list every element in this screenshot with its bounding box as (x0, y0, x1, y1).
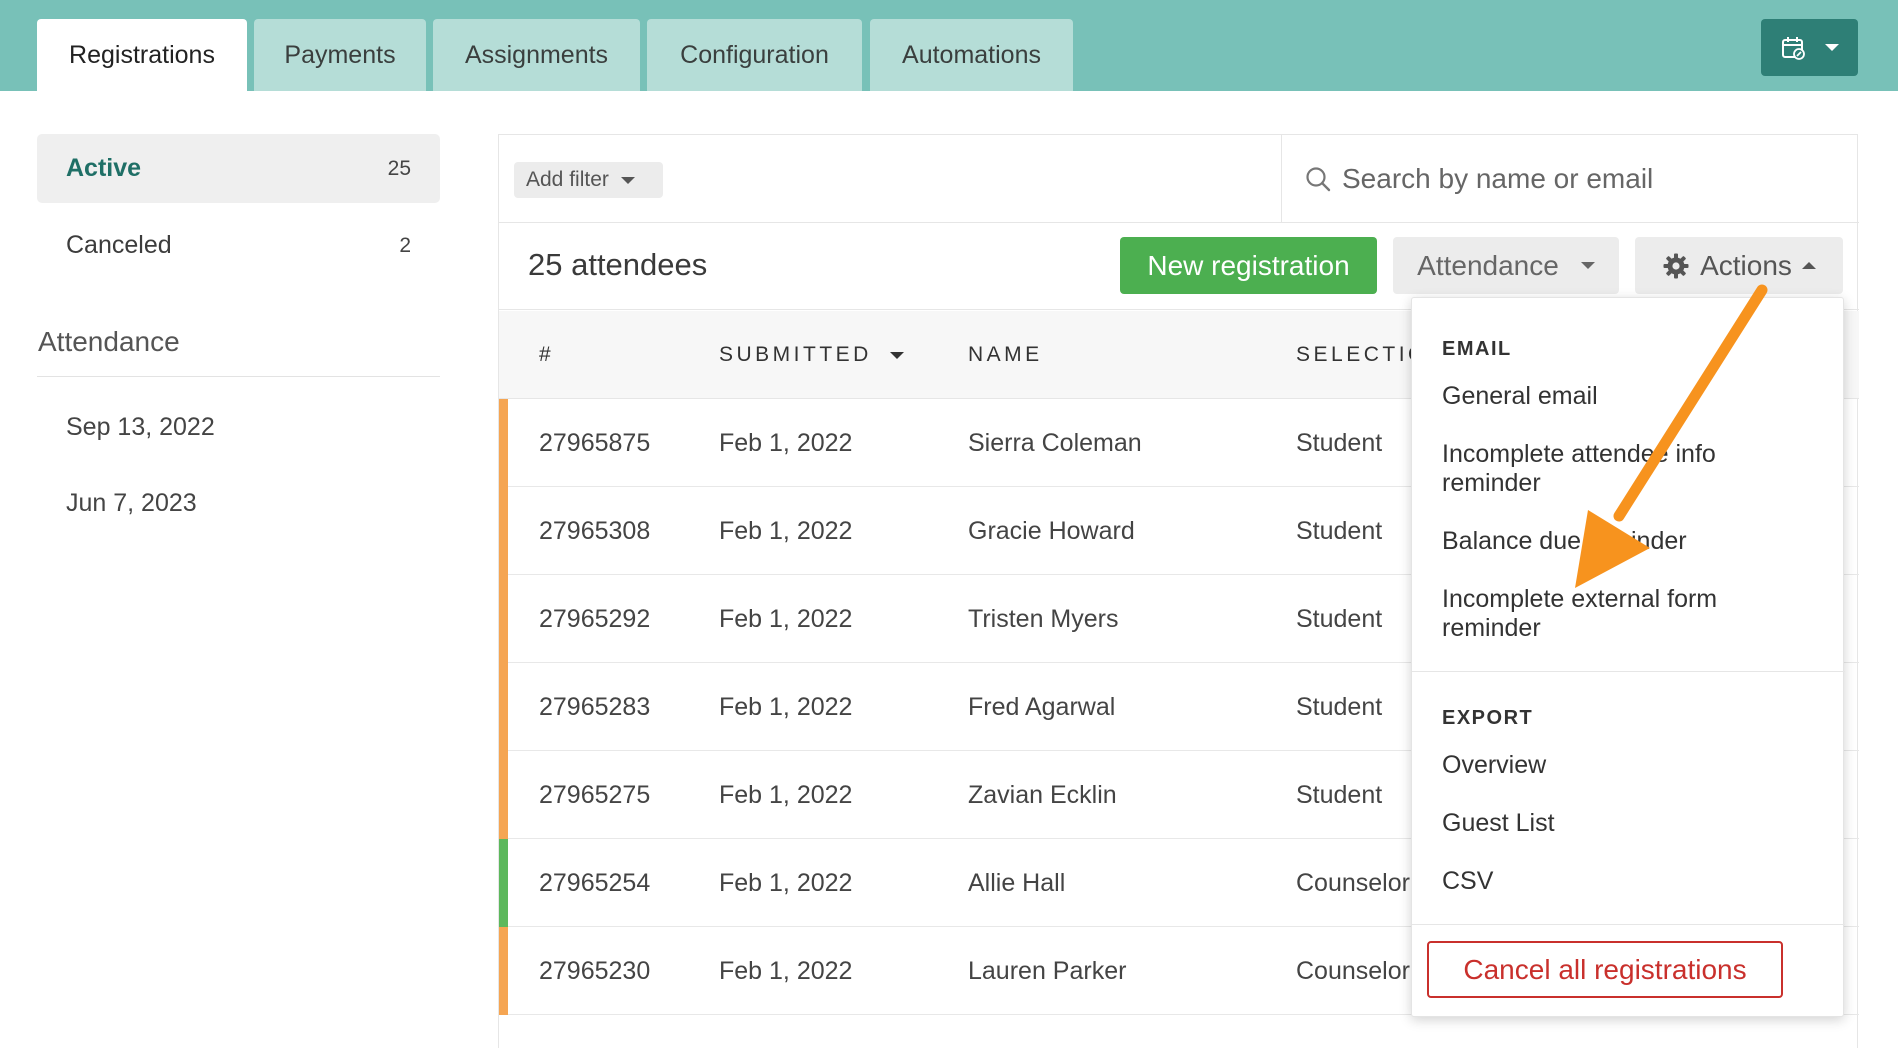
status-indicator (499, 839, 508, 927)
tab-configuration[interactable]: Configuration (647, 19, 862, 91)
new-registration-button[interactable]: New registration (1120, 237, 1377, 294)
menu-item-guest-list[interactable]: Guest List (1442, 809, 1822, 838)
cell-submitted: Feb 1, 2022 (719, 781, 853, 809)
status-indicator (499, 487, 508, 575)
search-box (1281, 135, 1859, 223)
cell-name: Gracie Howard (968, 517, 1135, 545)
chevron-down-icon (1580, 262, 1595, 269)
cell-name: Zavian Ecklin (968, 781, 1117, 809)
cell-name: Sierra Coleman (968, 429, 1142, 457)
attendee-count: 25 attendees (528, 247, 708, 282)
sidebar-date-jun-7-2023[interactable]: Jun 7, 2023 (66, 489, 197, 518)
cancel-all-registrations-label: Cancel all registrations (1463, 953, 1747, 985)
cell-id: 27965875 (539, 429, 651, 457)
cell-id: 27965230 (539, 957, 651, 985)
tab-registrations[interactable]: Registrations (37, 19, 247, 91)
filter-row: Add filter (499, 135, 1859, 223)
menu-divider (1412, 671, 1845, 672)
sidebar-item-canceled[interactable]: Canceled 2 (37, 211, 440, 280)
chevron-up-icon (1801, 262, 1816, 269)
menu-item-balance-due-reminder[interactable]: Balance due reminder (1442, 527, 1822, 556)
cell-id: 27965292 (539, 605, 651, 633)
cell-selection: Counselor (1296, 957, 1410, 985)
cell-id: 27965275 (539, 781, 651, 809)
cell-selection: Student (1296, 517, 1383, 545)
status-indicator (499, 927, 508, 1015)
sidebar-item-label: Canceled (66, 231, 172, 259)
sort-desc-icon (889, 351, 904, 359)
cell-selection: Student (1296, 781, 1383, 809)
menu-item-csv[interactable]: CSV (1442, 867, 1822, 896)
cell-name: Lauren Parker (968, 957, 1127, 985)
attendance-label: Attendance (1417, 249, 1559, 281)
tab-automations[interactable]: Automations (870, 19, 1073, 91)
sidebar-item-active[interactable]: Active 25 (37, 134, 440, 203)
cell-id: 27965283 (539, 693, 651, 721)
attendance-dropdown-button[interactable]: Attendance (1393, 237, 1619, 294)
column-header-submitted-label: SUBMITTED (719, 343, 872, 366)
search-input[interactable] (1342, 163, 1842, 195)
menu-item-incomplete-external-form-reminder[interactable]: Incomplete external form reminder (1442, 585, 1782, 643)
sidebar-item-count: 2 (399, 233, 411, 257)
search-icon (1306, 167, 1331, 192)
cell-selection: Student (1296, 605, 1383, 633)
cell-submitted: Feb 1, 2022 (719, 693, 853, 721)
cell-submitted: Feb 1, 2022 (719, 517, 853, 545)
cell-selection: Student (1296, 693, 1383, 721)
cell-submitted: Feb 1, 2022 (719, 957, 853, 985)
cell-name: Tristen Myers (968, 605, 1119, 633)
menu-item-overview[interactable]: Overview (1442, 751, 1822, 780)
status-indicator (499, 751, 508, 839)
cell-selection: Counselor (1296, 869, 1410, 897)
chevron-down-icon (620, 176, 635, 184)
status-indicator (499, 399, 508, 487)
calendar-link-icon (1781, 36, 1805, 60)
sidebar-item-label: Active (66, 154, 142, 182)
menu-heading-export: EXPORT (1442, 707, 1534, 729)
cell-id: 27965308 (539, 517, 651, 545)
actions-dropdown-button[interactable]: Actions (1635, 237, 1843, 294)
cancel-all-registrations-button[interactable]: Cancel all registrations (1427, 941, 1783, 998)
sidebar-item-count: 25 (387, 156, 411, 180)
add-filter-button[interactable]: Add filter (514, 162, 663, 198)
sidebar-divider (37, 376, 440, 377)
column-header-name[interactable]: NAME (968, 343, 1043, 367)
actions-label: Actions (1700, 249, 1792, 281)
menu-divider (1412, 924, 1845, 925)
menu-heading-email: EMAIL (1442, 338, 1512, 360)
status-indicator (499, 663, 508, 751)
sidebar-date-sep-13-2022[interactable]: Sep 13, 2022 (66, 413, 215, 442)
cell-id: 27965254 (539, 869, 651, 897)
cell-name: Allie Hall (968, 869, 1066, 897)
gear-icon (1663, 253, 1689, 278)
column-header-submitted[interactable]: SUBMITTED (719, 343, 904, 367)
menu-item-general-email[interactable]: General email (1442, 382, 1822, 411)
menu-item-incomplete-attendee-info-reminder[interactable]: Incomplete attendee info reminder (1442, 440, 1782, 498)
new-registration-label: New registration (1147, 249, 1350, 281)
cell-submitted: Feb 1, 2022 (719, 605, 853, 633)
cell-submitted: Feb 1, 2022 (719, 869, 853, 897)
tab-assignments[interactable]: Assignments (433, 19, 640, 91)
chevron-down-icon (1824, 44, 1839, 51)
actions-dropdown-menu: EMAIL General email Incomplete attendee … (1411, 297, 1845, 1017)
column-header-id[interactable]: # (539, 343, 554, 367)
tab-payments[interactable]: Payments (254, 19, 426, 91)
status-indicator (499, 575, 508, 663)
cell-name: Fred Agarwal (968, 693, 1116, 721)
sidebar-attendance-heading: Attendance (38, 326, 180, 357)
cell-selection: Student (1296, 429, 1383, 457)
top-tab-bar: Registrations Payments Assignments Confi… (0, 0, 1898, 91)
calendar-menu-button[interactable] (1761, 19, 1858, 76)
add-filter-label: Add filter (526, 168, 609, 191)
cell-submitted: Feb 1, 2022 (719, 429, 853, 457)
